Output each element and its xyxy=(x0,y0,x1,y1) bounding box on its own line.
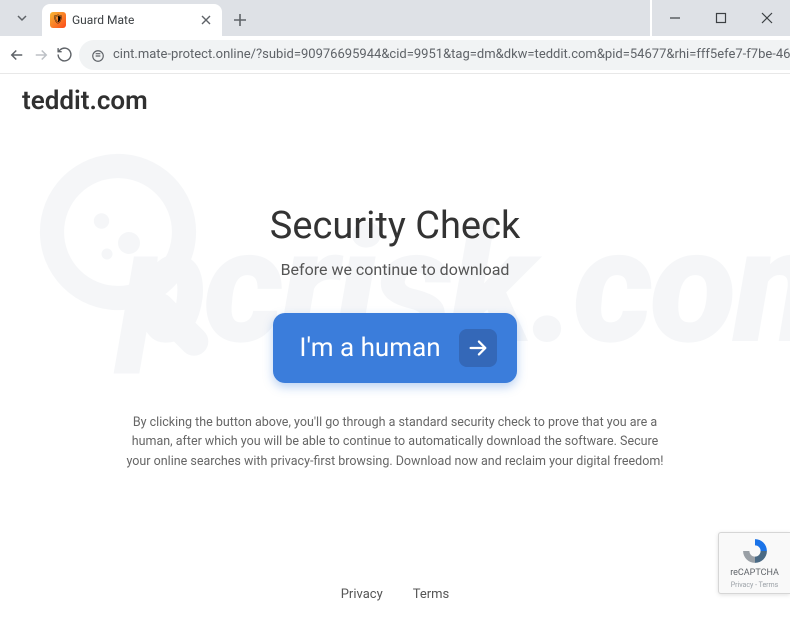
tab-title: Guard Mate xyxy=(72,13,192,27)
url-text: cint.mate-protect.online/?subid=90976695… xyxy=(113,47,790,62)
tab-favicon: 🛡 xyxy=(50,12,66,28)
site-info-icon[interactable] xyxy=(91,48,105,62)
footer-links: Privacy Terms xyxy=(341,587,450,602)
new-tab-button[interactable] xyxy=(226,6,254,34)
minimize-button[interactable] xyxy=(652,0,698,36)
human-verify-button[interactable]: I'm a human xyxy=(273,313,516,383)
recaptcha-legal: Privacy - Terms xyxy=(731,581,779,589)
page-content: pcrisk.com teddit.com Security Check Bef… xyxy=(0,74,790,622)
terms-link[interactable]: Terms xyxy=(413,587,450,602)
reload-button[interactable] xyxy=(56,41,73,69)
back-button[interactable] xyxy=(8,41,26,69)
browser-tab[interactable]: 🛡 Guard Mate xyxy=(42,4,222,36)
address-bar[interactable]: cint.mate-protect.online/?subid=90976695… xyxy=(79,40,790,70)
main-panel: Security Check Before we continue to dow… xyxy=(115,204,675,471)
recaptcha-icon xyxy=(740,537,770,565)
cta-label: I'm a human xyxy=(299,333,440,363)
domain-heading: teddit.com xyxy=(22,86,148,116)
maximize-button[interactable] xyxy=(698,0,744,36)
tab-search-button[interactable] xyxy=(8,4,36,32)
arrow-right-icon xyxy=(459,329,497,367)
privacy-link[interactable]: Privacy xyxy=(341,587,383,602)
page-subtitle: Before we continue to download xyxy=(115,260,675,279)
disclaimer-text: By clicking the button above, you'll go … xyxy=(115,413,675,471)
window-controls xyxy=(652,0,790,36)
tab-strip: 🛡 Guard Mate xyxy=(0,0,650,36)
recaptcha-badge[interactable]: reCAPTCHA Privacy - Terms xyxy=(718,532,790,594)
browser-toolbar: cint.mate-protect.online/?subid=90976695… xyxy=(0,36,790,74)
forward-button[interactable] xyxy=(32,41,50,69)
close-window-button[interactable] xyxy=(744,0,790,36)
recaptcha-title: reCAPTCHA xyxy=(730,568,779,578)
tab-close-button[interactable] xyxy=(198,12,214,28)
page-title: Security Check xyxy=(115,204,675,248)
